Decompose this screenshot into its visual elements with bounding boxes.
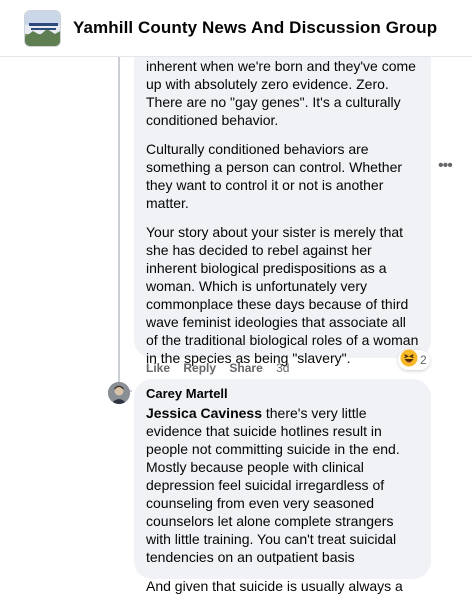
comment-timestamp[interactable]: 3d (276, 361, 289, 375)
mention-link[interactable]: Jessica Caviness (146, 405, 262, 421)
share-button[interactable]: Share (229, 361, 262, 375)
comment-paragraph: Culturally conditioned behaviors are som… (146, 141, 403, 211)
reaction-summary[interactable]: 2 (398, 349, 430, 372)
comment-author[interactable]: Carey Martell (146, 386, 419, 402)
avatar[interactable] (108, 382, 130, 404)
reply-button[interactable]: Reply (183, 361, 216, 375)
comment-paragraph: inherent when we're born and they've com… (146, 58, 416, 128)
reply-bubble: Carey Martell Jessica Caviness there's v… (134, 379, 431, 594)
comment-paragraph: Your story about your sister is merely t… (146, 224, 419, 366)
group-title[interactable]: Yamhill County News And Discussion Group (73, 18, 437, 38)
haha-emoji-icon (400, 349, 418, 372)
comment-text: there's very little evidence that suicid… (146, 405, 400, 565)
thread-line (118, 57, 120, 399)
comment-paragraph: Jessica Caviness there's very little evi… (146, 404, 419, 566)
like-button[interactable]: Like (146, 361, 170, 375)
comment-actions: Like Reply Share 3d (146, 361, 289, 375)
comment-bubble: inherent when we're born and they've com… (134, 40, 431, 366)
more-options-icon[interactable]: ••• (438, 158, 453, 174)
group-logo-icon[interactable] (24, 10, 61, 47)
group-header: Yamhill County News And Discussion Group (0, 0, 472, 57)
reaction-count: 2 (420, 353, 427, 367)
comment-paragraph: And given that suicide is usually always… (146, 578, 403, 594)
